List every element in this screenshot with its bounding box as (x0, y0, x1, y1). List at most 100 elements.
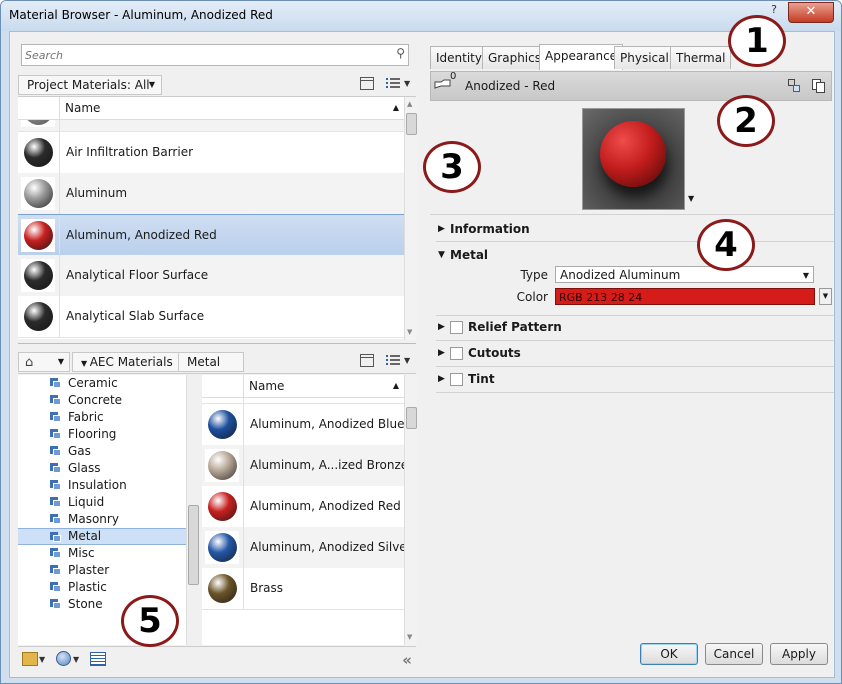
relief-pattern-checkbox[interactable] (450, 321, 463, 334)
chevron-down-icon[interactable]: ▼ (39, 655, 45, 664)
tab-graphics[interactable]: Graphics (482, 46, 547, 69)
section-tint[interactable]: ▶ Tint (438, 370, 818, 388)
tree-item[interactable]: Glass (18, 460, 186, 477)
section-label: Cutouts (468, 346, 521, 360)
name-column-header[interactable]: Name ▲ (59, 97, 403, 119)
search-input[interactable] (25, 45, 375, 65)
tree-item[interactable]: Gas (18, 443, 186, 460)
panel-toggle-icon[interactable] (360, 354, 374, 367)
apply-button[interactable]: Apply (770, 643, 828, 665)
list-item[interactable]: Brass (202, 568, 404, 610)
tree-item[interactable]: Plastic (18, 579, 186, 596)
collapse-icon[interactable]: « (402, 651, 412, 669)
callout-5: 5 (121, 595, 179, 647)
list-item[interactable]: Aluminum, Anodized Red (202, 486, 404, 528)
home-button[interactable]: ⌂ ▼ (18, 352, 70, 372)
title-bar: Material Browser - Aluminum, Anodized Re… (1, 1, 841, 31)
list-item[interactable]: Analytical Slab Surface (18, 296, 404, 338)
section-information[interactable]: ▶ Information (438, 220, 818, 238)
expand-arrow-icon: ▶ (438, 374, 445, 384)
section-cutouts[interactable]: ▶ Cutouts (438, 344, 818, 362)
section-relief-pattern[interactable]: ▶ Relief Pattern (438, 318, 818, 336)
panel-toggle-icon[interactable] (360, 77, 374, 90)
project-materials-label: Project Materials: All (27, 78, 150, 92)
cell-divider (59, 255, 60, 296)
list-item[interactable]: Aluminum, Anodized Silver (202, 527, 404, 569)
divider (436, 366, 834, 367)
list-item[interactable]: Analytical Floor Surface (18, 255, 404, 297)
callout-3: 3 (423, 141, 481, 193)
asset-header: 0 Anodized - Red (430, 71, 832, 101)
search-icon[interactable]: ⚲ (396, 46, 405, 60)
scroll-thumb[interactable] (188, 505, 199, 585)
list-view-icon[interactable] (386, 77, 400, 89)
folder-icon[interactable] (22, 652, 38, 666)
tree-item[interactable]: Masonry (18, 511, 186, 528)
material-editor-icon[interactable] (90, 652, 106, 666)
scroll-thumb[interactable] (406, 113, 417, 135)
project-materials-list: Air Infiltration Barrier Aluminum Aluminum… (18, 120, 404, 339)
name-column-header[interactable]: Name ▲ (243, 375, 403, 397)
chevron-down-icon[interactable]: ▼ (73, 655, 79, 664)
material-thumbnail (21, 219, 55, 252)
tab-identity[interactable]: Identity (430, 46, 488, 69)
chevron-down-icon: ▼ (57, 357, 64, 366)
cutouts-checkbox[interactable] (450, 347, 463, 360)
material-preview[interactable] (582, 108, 685, 210)
project-materials-dropdown[interactable]: Project Materials: All ▼ (18, 75, 162, 95)
category-folder-icon (50, 497, 61, 507)
divider (436, 315, 834, 316)
chevron-down-icon[interactable]: ▼ (404, 79, 410, 88)
tree-item[interactable]: Insulation (18, 477, 186, 494)
window-title: Material Browser - Aluminum, Anodized Re… (9, 8, 273, 22)
chevron-down-icon: ▼ (81, 359, 90, 368)
list-item-partial[interactable] (18, 120, 404, 132)
type-select[interactable]: Anodized Aluminum ▼ (555, 266, 814, 283)
color-options-button[interactable]: ▼ (819, 288, 832, 305)
panel-divider[interactable] (18, 343, 416, 344)
chevron-down-icon[interactable]: ▼ (404, 356, 410, 365)
tree-scrollbar[interactable] (186, 375, 199, 645)
search-box[interactable]: ⚲ (21, 44, 409, 66)
close-button[interactable]: ✕ (788, 2, 834, 23)
section-metal[interactable]: ▼ Metal (438, 246, 818, 264)
duplicate-asset-icon[interactable] (812, 79, 825, 93)
tree-item[interactable]: Fabric (18, 409, 186, 426)
project-list-scrollbar[interactable]: ▲ ▼ (404, 97, 417, 340)
tint-checkbox[interactable] (450, 373, 463, 386)
library-list-scrollbar[interactable]: ▼ (404, 375, 417, 645)
list-view-icon[interactable] (386, 354, 400, 366)
category-label: Ceramic (68, 376, 118, 390)
tree-item[interactable]: Plaster (18, 562, 186, 579)
chevron-down-icon[interactable]: ▼ (688, 194, 694, 203)
scroll-thumb[interactable] (406, 407, 417, 429)
color-field[interactable]: RGB 213 28 24 (555, 288, 815, 305)
list-item[interactable]: Aluminum, A...ized Bronze (202, 445, 404, 487)
material-name: Aluminum (66, 186, 128, 200)
list-item[interactable]: Aluminum, Anodized Red (18, 214, 404, 257)
tree-item[interactable]: Ceramic (18, 375, 186, 392)
cell-divider (59, 296, 60, 337)
tree-item[interactable]: Liquid (18, 494, 186, 511)
cancel-button[interactable]: Cancel (705, 643, 763, 665)
tab-physical[interactable]: Physical (614, 46, 675, 69)
tree-item[interactable]: Misc (18, 545, 186, 562)
library-toolbar: ▼ ▼ « (18, 646, 416, 673)
tree-item[interactable]: Metal (18, 528, 186, 545)
hand-icon: 0 (434, 71, 456, 92)
scroll-down-icon[interactable]: ▼ (407, 633, 412, 641)
ok-button[interactable]: OK (640, 643, 698, 665)
tree-item[interactable]: Flooring (18, 426, 186, 443)
list-item[interactable]: Air Infiltration Barrier (18, 132, 404, 174)
scroll-down-icon[interactable]: ▼ (407, 328, 412, 336)
breadcrumb-aec-materials[interactable]: ▼ AEC Materials (72, 352, 182, 372)
scroll-up-icon[interactable]: ▲ (407, 100, 412, 108)
list-item[interactable]: Aluminum, Anodized Blue (202, 404, 404, 446)
list-item[interactable]: Aluminum (18, 173, 404, 215)
breadcrumb-metal[interactable]: Metal (178, 352, 244, 372)
tab-thermal[interactable]: Thermal (670, 46, 732, 69)
tree-item[interactable]: Concrete (18, 392, 186, 409)
add-material-icon[interactable] (56, 651, 71, 666)
tab-appearance[interactable]: Appearance (539, 44, 624, 70)
replace-asset-icon[interactable] (788, 79, 800, 92)
